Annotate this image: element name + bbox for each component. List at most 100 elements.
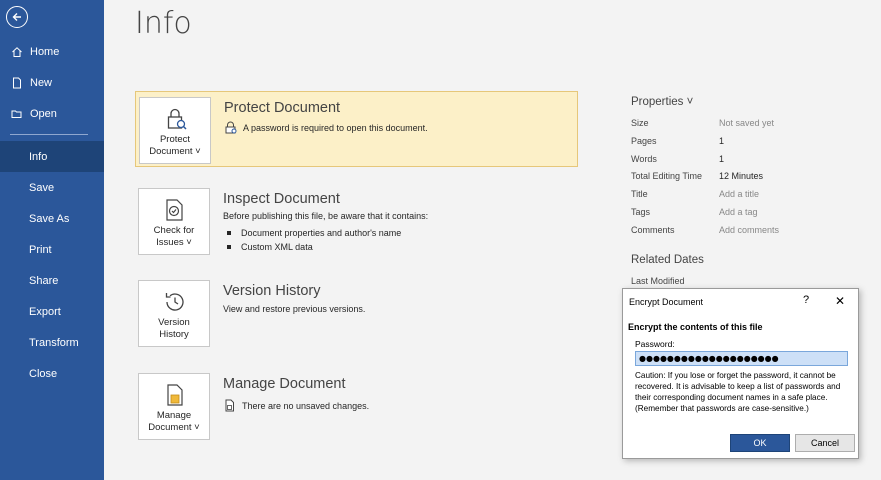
- sidebar-item-label: Print: [29, 243, 52, 256]
- property-value: 1: [719, 154, 725, 164]
- property-key: Words: [631, 154, 657, 164]
- property-key: Size: [631, 118, 649, 128]
- version-history-section: Version History Version History View and…: [135, 275, 578, 351]
- button-label-line1: Check for: [153, 225, 195, 236]
- page-title: Info: [135, 6, 192, 41]
- sidebar-item-save[interactable]: Save: [0, 172, 104, 203]
- sidebar-item-label: Info: [29, 150, 48, 163]
- help-icon[interactable]: ?: [803, 294, 809, 306]
- sidebar-item-save-as[interactable]: Save As: [0, 203, 104, 234]
- caution-message: Caution: If you lose or forget the passw…: [635, 371, 841, 402]
- version-history-title: Version History: [223, 283, 321, 299]
- new-document-icon: [10, 76, 24, 90]
- sidebar-item-label: Export: [29, 305, 61, 318]
- manage-document-icon: [167, 384, 183, 406]
- property-value: 12 Minutes: [719, 171, 764, 181]
- check-for-issues-button[interactable]: Check for Issues ˅: [138, 188, 210, 255]
- property-row-pages: Pages 1: [631, 136, 724, 148]
- caution-text: Caution: If you lose or forget the passw…: [635, 370, 850, 414]
- sidebar-item-export[interactable]: Export: [0, 296, 104, 327]
- sidebar-item-close[interactable]: Close: [0, 358, 104, 389]
- folder-open-icon: [10, 107, 24, 121]
- property-row-words: Words 1: [631, 154, 724, 166]
- sidebar-item-label: Close: [29, 367, 58, 380]
- list-item: Document properties and author's name: [227, 226, 401, 240]
- close-icon[interactable]: ✕: [835, 294, 845, 308]
- caution-note: (Remember that passwords are case-sensit…: [635, 404, 809, 413]
- button-label-line2: History: [159, 329, 189, 340]
- sidebar-item-open[interactable]: Open: [0, 98, 104, 129]
- manage-document-title: Manage Document: [223, 376, 346, 392]
- protect-document-desc: A password is required to open this docu…: [224, 121, 428, 134]
- button-label-line2: Issues ˅: [156, 237, 192, 248]
- document-icon: [223, 399, 236, 412]
- document-check-icon: [166, 199, 183, 221]
- lock-search-icon: [167, 108, 187, 130]
- version-history-desc: View and restore previous versions.: [223, 304, 366, 314]
- sidebar-item-label: Share: [29, 274, 59, 287]
- property-row-tags: Tags Add a tag: [631, 207, 758, 219]
- inspect-document-section: Check for Issues ˅ Inspect Document Befo…: [135, 183, 578, 259]
- sidebar-item-label: Transform: [29, 336, 79, 349]
- dialog-heading: Encrypt the contents of this file: [628, 322, 763, 332]
- encrypt-document-dialog: Encrypt Document ? ✕ Encrypt the content…: [622, 288, 859, 459]
- manage-document-button[interactable]: Manage Document ˅: [138, 373, 210, 440]
- dialog-title: Encrypt Document: [629, 297, 704, 307]
- back-arrow-icon[interactable]: [6, 6, 28, 28]
- ok-button[interactable]: OK: [730, 434, 790, 452]
- manage-document-button-label: Manage Document ˅: [148, 410, 200, 434]
- related-dates-heading: Related Dates: [631, 254, 704, 266]
- property-row-title: Title Add a title: [631, 189, 759, 201]
- add-title-field[interactable]: Add a title: [719, 189, 759, 201]
- property-row-size: Size Not saved yet: [631, 118, 774, 130]
- sidebar-item-home[interactable]: Home: [0, 36, 104, 67]
- property-key: Total Editing Time: [631, 171, 703, 181]
- sidebar-item-label: New: [30, 76, 53, 89]
- protect-document-button[interactable]: Protect Document ˅: [139, 97, 211, 164]
- property-row-editing-time: Total Editing Time 12 Minutes: [631, 171, 763, 183]
- password-label: Password:: [635, 339, 675, 349]
- version-history-button[interactable]: Version History: [138, 280, 210, 347]
- inspect-bullet-list: Document properties and author's name Cu…: [227, 226, 401, 254]
- add-tag-field[interactable]: Add a tag: [719, 207, 758, 219]
- sidebar-item-label: Open: [30, 107, 57, 120]
- manage-document-section: Manage Document ˅ Manage Document There …: [135, 368, 578, 444]
- property-value: Not saved yet: [719, 118, 775, 128]
- button-label-line1: Version: [158, 317, 190, 328]
- property-value: 1: [719, 136, 725, 146]
- sidebar-item-share[interactable]: Share: [0, 265, 104, 296]
- add-comments-field[interactable]: Add comments: [719, 225, 779, 237]
- properties-dropdown[interactable]: Properties ˅: [631, 96, 693, 108]
- button-label-line1: Manage: [156, 410, 192, 421]
- property-key: Title: [631, 189, 648, 199]
- inspect-document-desc: Before publishing this file, be aware th…: [223, 211, 429, 221]
- protect-document-title: Protect Document: [224, 100, 341, 116]
- version-history-button-label: Version History: [158, 317, 190, 341]
- sidebar-item-print[interactable]: Print: [0, 234, 104, 265]
- button-label-line2: Document ˅: [148, 422, 200, 433]
- property-key: Pages: [631, 136, 657, 146]
- backstage-sidebar: Home New Open Info Save Save As Print Sh…: [0, 0, 104, 480]
- sidebar-item-label: Save: [29, 181, 55, 194]
- home-icon: [10, 45, 24, 59]
- lock-key-icon: [224, 121, 237, 134]
- property-key: Tags: [631, 207, 651, 217]
- cancel-button[interactable]: Cancel: [795, 434, 855, 452]
- property-key: Comments: [631, 225, 675, 235]
- sidebar-item-new[interactable]: New: [0, 67, 104, 98]
- protect-button-label: Protect Document ˅: [149, 134, 201, 158]
- sidebar-item-info[interactable]: Info: [0, 141, 104, 172]
- list-item: Custom XML data: [227, 240, 401, 254]
- password-field[interactable]: ●●●●●●●●●●●●●●●●●●●●: [635, 351, 848, 366]
- check-issues-button-label: Check for Issues ˅: [154, 225, 195, 249]
- protect-document-section: Protect Document ˅ Protect Document A pa…: [135, 91, 578, 167]
- sidebar-divider: [10, 134, 88, 135]
- button-label-line1: Protect: [159, 134, 191, 145]
- history-clock-icon: [165, 293, 184, 311]
- sidebar-item-label: Save As: [29, 212, 70, 225]
- sidebar-item-label: Home: [30, 45, 60, 58]
- sidebar-item-transform[interactable]: Transform: [0, 327, 104, 358]
- button-label-line2: Document ˅: [149, 146, 201, 157]
- inspect-document-title: Inspect Document: [223, 191, 340, 207]
- manage-document-desc: There are no unsaved changes.: [223, 399, 369, 412]
